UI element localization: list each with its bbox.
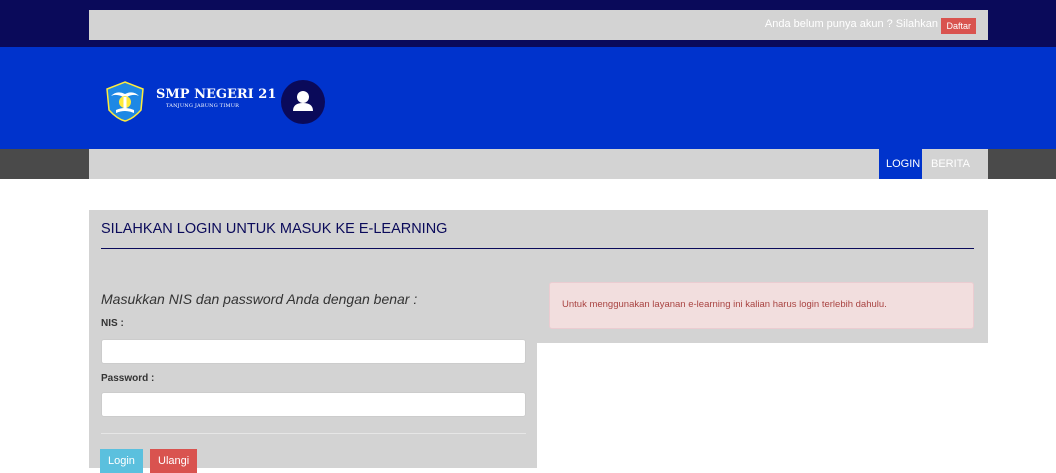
nav-berita-tab[interactable]: BERITA — [924, 149, 974, 179]
password-input[interactable] — [101, 392, 526, 417]
signup-button[interactable]: Daftar — [941, 18, 976, 34]
form-divider — [101, 433, 526, 434]
nis-input[interactable] — [101, 339, 526, 364]
login-panel-title: SILAHKAN LOGIN UNTUK MASUK KE E-LEARNING — [101, 221, 448, 237]
site-header: SMP NEGERI 21 TANJUNG JABUNG TIMUR — [0, 47, 1056, 149]
login-instruction: Masukkan NIS dan password Anda dengan be… — [101, 291, 418, 307]
main-nav-inner: LOGIN BERITA — [89, 149, 988, 179]
reset-button[interactable]: Ulangi — [150, 449, 198, 473]
school-name: SMP NEGERI 21 — [156, 87, 277, 102]
title-divider — [101, 248, 974, 249]
user-avatar[interactable] — [281, 80, 325, 124]
login-button[interactable]: Login — [100, 449, 143, 473]
top-bar-inner: Anda belum punya akun ? Silahkan Daftar — [89, 10, 988, 40]
nis-label: NIS : — [101, 318, 124, 329]
login-required-alert: Untuk menggunakan layanan e-learning ini… — [549, 282, 974, 329]
main-nav: LOGIN BERITA — [0, 149, 1056, 179]
login-form: Masukkan NIS dan password Anda dengan be… — [89, 270, 537, 473]
signup-prompt: Anda belum punya akun ? Silahkan — [764, 18, 938, 30]
school-location: TANJUNG JABUNG TIMUR — [166, 103, 240, 109]
notice-column: Untuk menggunakan layanan e-learning ini… — [537, 270, 988, 343]
password-label: Password : — [101, 373, 155, 384]
nav-login-tab[interactable]: LOGIN — [879, 149, 922, 179]
user-icon — [293, 91, 313, 111]
top-bar: Anda belum punya akun ? Silahkan Daftar — [0, 0, 1056, 47]
tut-wuri-handayani-logo-icon — [106, 81, 144, 122]
login-panel-header: SILAHKAN LOGIN UNTUK MASUK KE E-LEARNING — [89, 210, 988, 270]
